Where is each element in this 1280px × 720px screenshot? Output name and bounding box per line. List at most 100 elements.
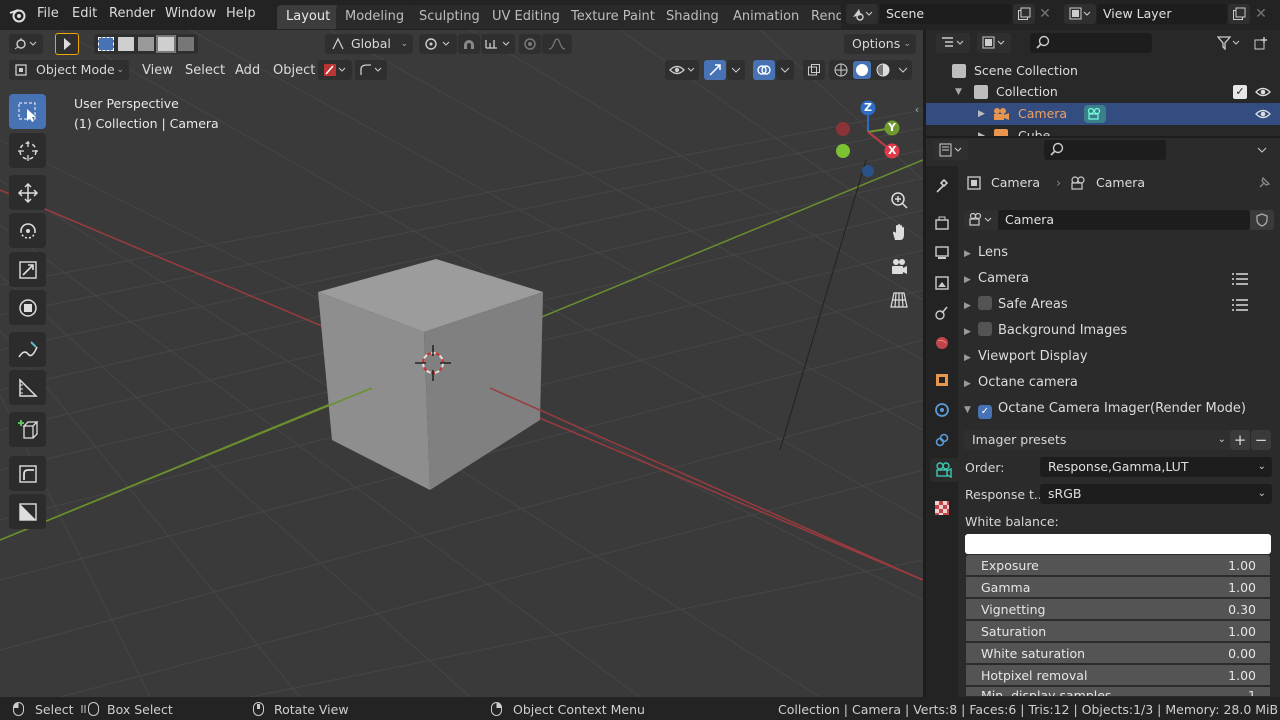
tab-layout[interactable]: Layout: [277, 5, 340, 29]
transform-tool[interactable]: [9, 290, 46, 325]
falloff-icon[interactable]: [542, 34, 572, 54]
outliner-row-cube-partial[interactable]: ▶ Cube: [926, 125, 1280, 136]
min-display-samples-slider[interactable]: Min. display samples 1: [966, 687, 1270, 697]
camera-data-icon[interactable]: [1084, 105, 1106, 123]
menu-render[interactable]: Render: [109, 6, 155, 21]
menu-help[interactable]: Help: [226, 6, 256, 21]
select-box-mode-icons[interactable]: [94, 34, 198, 54]
view-layer-name-field[interactable]: View Layer: [1097, 4, 1227, 24]
tool-tab-icon[interactable]: [930, 174, 954, 198]
safe-areas-checkbox[interactable]: [978, 296, 992, 310]
camera-data-name-field[interactable]: Camera: [998, 210, 1250, 230]
snap-toggle-icon[interactable]: [458, 34, 480, 54]
outliner-editor-type-icon[interactable]: [936, 33, 970, 53]
eye-icon[interactable]: [1255, 84, 1271, 100]
tab-modeling[interactable]: Modeling: [336, 5, 414, 29]
add-cube-tool[interactable]: [9, 412, 46, 447]
modifier-tab-icon[interactable]: [930, 398, 954, 422]
shear-tool[interactable]: [9, 456, 46, 491]
outliner-row-collection[interactable]: ▼ Collection ✓: [926, 81, 1280, 103]
measure-tool[interactable]: [9, 370, 46, 405]
cursor-tool[interactable]: [9, 133, 46, 168]
tab-shading[interactable]: Shading: [657, 5, 728, 29]
panel-octane-imager[interactable]: ▼ ✓ Octane Camera Imager(Render Mode): [964, 397, 1274, 421]
pan-hand-icon[interactable]: [886, 219, 912, 245]
select-tool-mode-icon[interactable]: [55, 33, 79, 55]
scale-tool[interactable]: [9, 252, 46, 287]
new-collection-icon[interactable]: [1250, 33, 1274, 53]
tab-animation[interactable]: Animation: [724, 5, 809, 29]
select-box-tool[interactable]: [9, 94, 46, 129]
camera-datablock-icon[interactable]: [964, 210, 998, 230]
presets-list-icon[interactable]: [1231, 271, 1249, 287]
panel-background-images[interactable]: ▶ Background Images: [964, 319, 1274, 343]
output-tab-icon[interactable]: [930, 241, 954, 265]
outliner-row-camera[interactable]: ▶ Camera: [926, 103, 1280, 125]
texture-tab-icon[interactable]: [930, 496, 954, 520]
imager-presets-dropdown[interactable]: Imager presets ⌄: [964, 430, 1232, 450]
render-tab-icon[interactable]: [930, 211, 954, 235]
world-tab-icon[interactable]: [930, 331, 954, 355]
annotate-tool[interactable]: [9, 332, 46, 367]
gizmo-dropdown-icon[interactable]: [727, 60, 745, 80]
response-dropdown[interactable]: sRGB ⌄: [1040, 484, 1272, 504]
overlays-toggle-icon[interactable]: [753, 60, 775, 80]
object-tab-icon[interactable]: [930, 368, 954, 392]
blender-logo-icon[interactable]: [8, 5, 28, 25]
pivot-point-icon[interactable]: [419, 34, 457, 54]
octane-imager-checkbox[interactable]: ✓: [978, 405, 992, 419]
remove-view-layer-icon[interactable]: ✕: [1252, 4, 1270, 24]
new-view-layer-icon[interactable]: [1228, 4, 1250, 24]
tab-uv-editing[interactable]: UV Editing: [483, 5, 569, 29]
ortho-grid-icon[interactable]: [886, 287, 912, 313]
grease-pencil-icon[interactable]: [318, 60, 352, 80]
3d-viewport[interactable]: Global ⌄ Options ⌄ Object Mode ⌄ View Se…: [0, 30, 923, 697]
disclosure-down-icon[interactable]: ▼: [955, 81, 962, 103]
filter-icon[interactable]: [1212, 33, 1246, 53]
exposure-slider[interactable]: Exposure 1.00: [966, 555, 1270, 576]
editor-type-icon[interactable]: [9, 34, 43, 54]
tab-rendering[interactable]: Rend: [803, 5, 841, 29]
gizmo-toggle-icon[interactable]: [704, 60, 726, 80]
remove-scene-icon[interactable]: ✕: [1036, 4, 1054, 24]
menu-view[interactable]: View: [142, 63, 173, 78]
menu-file[interactable]: File: [37, 6, 59, 21]
camera-view-icon[interactable]: [886, 254, 912, 280]
panel-viewport-display[interactable]: ▶ Viewport Display: [964, 345, 1274, 369]
new-scene-icon[interactable]: [1013, 4, 1035, 24]
eye-icon[interactable]: [1255, 106, 1271, 122]
outliner-row-scene-collection[interactable]: Scene Collection: [926, 60, 1280, 82]
rotate-tool[interactable]: [9, 213, 46, 248]
panel-safe-areas[interactable]: ▶ Safe Areas: [964, 293, 1274, 317]
snap-target-icon[interactable]: [481, 34, 515, 54]
curve-tool-icon[interactable]: [355, 60, 387, 80]
order-dropdown[interactable]: Response,Gamma,LUT ⌄: [1040, 457, 1272, 477]
sidebar-toggle-icon[interactable]: ‹: [912, 102, 922, 116]
properties-search-input[interactable]: [1044, 140, 1166, 160]
fake-user-shield-icon[interactable]: [1250, 210, 1274, 230]
hotpixel-removal-slider[interactable]: Hotpixel removal 1.00: [966, 665, 1270, 686]
overlays-dropdown-icon[interactable]: [776, 60, 794, 80]
proportional-edit-icon[interactable]: [519, 34, 541, 54]
tab-sculpting[interactable]: Sculpting: [410, 5, 489, 29]
disclosure-right-icon[interactable]: ▶: [978, 125, 985, 136]
constraint-tab-icon[interactable]: [930, 428, 954, 452]
add-preset-button[interactable]: +: [1230, 430, 1250, 450]
panel-camera[interactable]: ▶ Camera: [964, 267, 1274, 291]
image-tool[interactable]: [9, 494, 46, 529]
menu-edit[interactable]: Edit: [72, 6, 97, 21]
outliner-search-input[interactable]: [1030, 33, 1152, 53]
view-layer-tab-icon[interactable]: [930, 271, 954, 295]
vignetting-slider[interactable]: Vignetting 0.30: [966, 599, 1270, 620]
zoom-icon[interactable]: [886, 187, 912, 213]
exclude-checkbox-icon[interactable]: ✓: [1233, 85, 1247, 99]
white-balance-color-swatch[interactable]: [965, 534, 1271, 554]
tab-texture-paint[interactable]: Texture Paint: [562, 5, 664, 29]
view-layer-icon[interactable]: [1064, 4, 1096, 24]
pin-icon[interactable]: [1256, 175, 1272, 191]
background-images-checkbox[interactable]: [978, 322, 992, 336]
saturation-slider[interactable]: Saturation 1.00: [966, 621, 1270, 642]
xray-toggle-icon[interactable]: [803, 60, 825, 80]
display-mode-icon[interactable]: [977, 33, 1011, 53]
white-saturation-slider[interactable]: White saturation 0.00: [966, 643, 1270, 664]
